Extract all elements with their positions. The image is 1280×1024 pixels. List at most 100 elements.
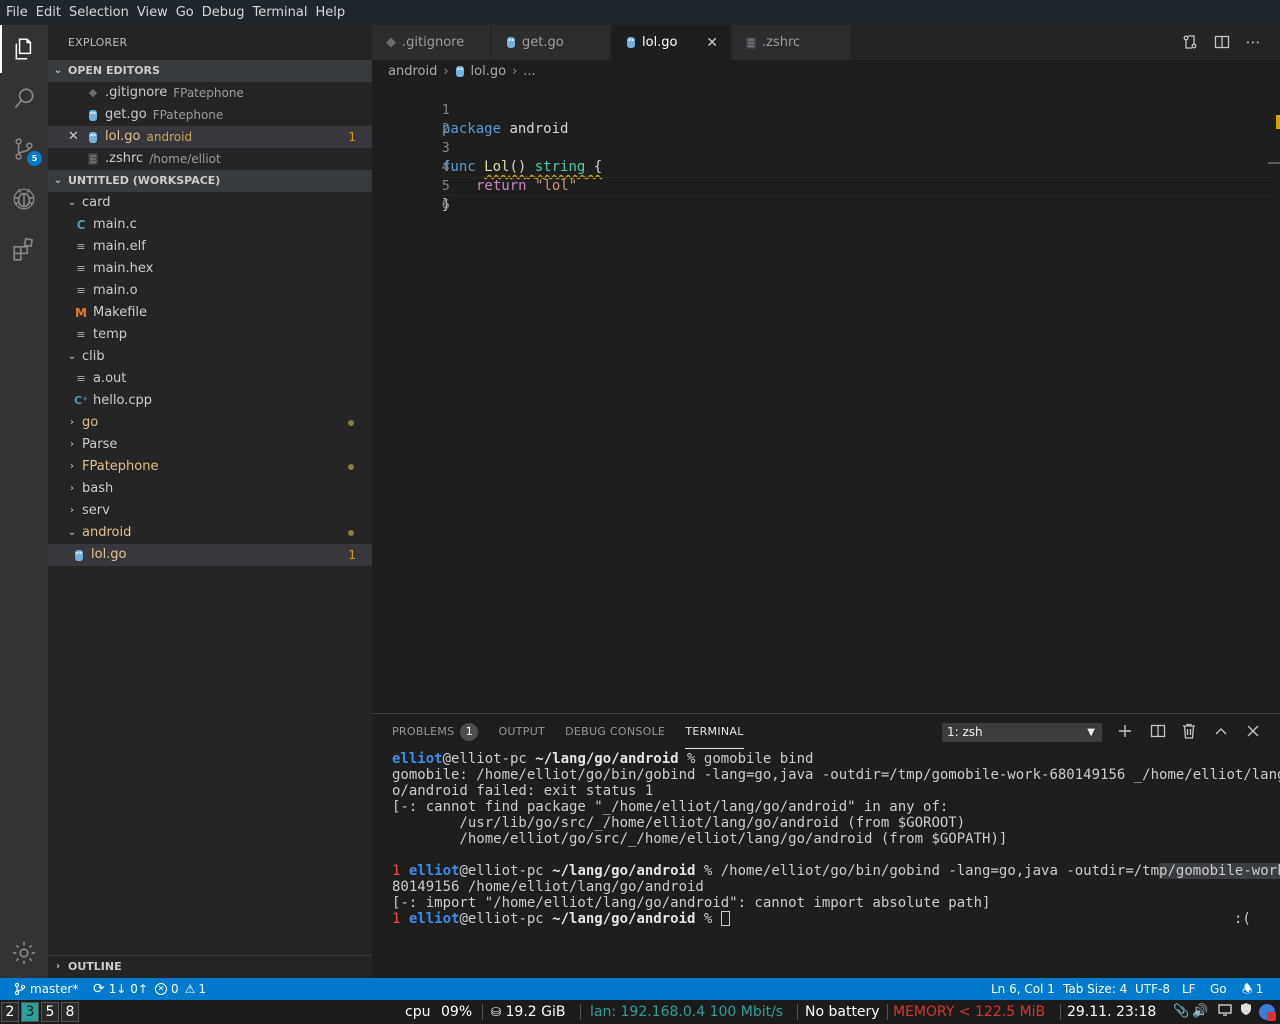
- tree-file-main-hex[interactable]: ≡ main.hex: [48, 258, 372, 280]
- problems-status[interactable]: ✕ 0 ⚠ 1: [155, 978, 206, 1000]
- open-editor-zshrc[interactable]: .zshrc /home/elliot: [48, 148, 372, 170]
- code-editor[interactable]: 1 package android 2 3 func Lol() string …: [372, 82, 1280, 713]
- terminal-output[interactable]: elliot@elliot-pc ~/lang/go/android % gom…: [392, 751, 1280, 927]
- language-mode[interactable]: Go: [1210, 978, 1227, 1000]
- tree-folder-fpatephone[interactable]: › FPatephone: [48, 456, 372, 478]
- code-line: 3 func Lol() string {: [372, 120, 1272, 175]
- tree-folder-serv[interactable]: › serv: [48, 500, 372, 522]
- tab-problems[interactable]: PROBLEMS 1: [392, 714, 479, 749]
- outline-header[interactable]: › OUTLINE: [48, 955, 372, 977]
- tree-file-makefile[interactable]: M Makefile: [48, 302, 372, 324]
- workspace-button[interactable]: 5: [41, 1002, 59, 1022]
- open-changes-icon[interactable]: [1181, 33, 1199, 51]
- app-tray-icon[interactable]: [1258, 1003, 1276, 1024]
- tree-folder-parse[interactable]: › Parse: [48, 434, 372, 456]
- workspace-button[interactable]: 2: [1, 1002, 19, 1022]
- branch-icon: [14, 982, 26, 996]
- split-terminal-icon[interactable]: [1149, 722, 1167, 740]
- tab-lol-go[interactable]: lol.go ✕: [612, 25, 731, 60]
- tree-file-main-elf[interactable]: ≡ main.elf: [48, 236, 372, 258]
- tree-file-main-c[interactable]: C main.c: [48, 214, 372, 236]
- tab-zshrc[interactable]: .zshrc: [732, 25, 851, 60]
- tab-gitignore[interactable]: ◆ .gitignore: [372, 25, 491, 60]
- text-file-icon: ≡: [76, 240, 86, 253]
- memory-status: MEMORY < 122.5 MiB: [893, 1004, 1046, 1020]
- workspace-button[interactable]: 8: [61, 1002, 79, 1022]
- terminal-line: gomobile: /home/elliot/go/bin/gobind -la…: [392, 767, 1280, 783]
- tree-folder-go[interactable]: › go: [48, 412, 372, 434]
- menu-file[interactable]: File: [2, 0, 32, 25]
- display-icon[interactable]: [1218, 1000, 1232, 1024]
- more-actions-icon[interactable]: ⋯: [1244, 33, 1262, 51]
- open-editor-get-go[interactable]: get.go FPatephone: [48, 104, 372, 126]
- git-branch[interactable]: master*: [14, 978, 78, 1000]
- explorer-icon[interactable]: [0, 25, 48, 73]
- go-file-icon: [455, 65, 465, 78]
- system-bar: 2 3 5 8 cpu 09% ⛁ 19.2 GiB lan: 192.168.…: [0, 1000, 1280, 1024]
- git-sync[interactable]: ⟳ 1↓ 0↑: [93, 978, 148, 1000]
- tab-size[interactable]: Tab Size: 4: [1063, 978, 1127, 1000]
- close-tab-icon[interactable]: ✕: [706, 35, 718, 51]
- tree-folder-clib[interactable]: ⌄ clib: [48, 346, 372, 368]
- cursor-position[interactable]: Ln 6, Col 1: [991, 978, 1055, 1000]
- open-editors-header[interactable]: ⌄ OPEN EDITORS: [48, 60, 372, 82]
- menu-selection[interactable]: Selection: [65, 0, 133, 25]
- text-file-icon: ≡: [76, 372, 86, 385]
- breadcrumb-file[interactable]: lol.go: [471, 64, 507, 79]
- debug-icon[interactable]: [0, 175, 48, 223]
- disk-icon: ⛁: [491, 1005, 502, 1019]
- line-ending[interactable]: LF: [1182, 978, 1196, 1000]
- workspace-button-active[interactable]: 3: [21, 1002, 39, 1022]
- line-number: 6: [441, 198, 450, 213]
- menu-view[interactable]: View: [133, 0, 172, 25]
- tree-file-hello-cpp[interactable]: C⁺ hello.cpp: [48, 390, 372, 412]
- search-icon[interactable]: [0, 75, 48, 123]
- notifications[interactable]: 🕭 1: [1242, 978, 1263, 1000]
- source-control-icon[interactable]: 5: [0, 125, 48, 173]
- menu-terminal[interactable]: Terminal: [249, 0, 312, 25]
- tab-debug-console[interactable]: DEBUG CONSOLE: [565, 714, 665, 749]
- menu-help[interactable]: Help: [311, 0, 349, 25]
- tab-get-go[interactable]: get.go: [492, 25, 611, 60]
- settings-gear-icon[interactable]: [0, 929, 48, 977]
- cpp-file-icon: C⁺: [74, 394, 88, 407]
- breadcrumb-more[interactable]: ...: [523, 64, 535, 79]
- close-panel-icon[interactable]: [1244, 722, 1262, 740]
- extensions-icon[interactable]: [0, 225, 48, 273]
- tree-folder-android[interactable]: ⌄ android: [48, 522, 372, 544]
- terminal-line: [-: import "/home/elliot/lang/go/android…: [392, 895, 991, 911]
- menu-debug[interactable]: Debug: [198, 0, 249, 25]
- workspace-header[interactable]: ⌄ UNTITLED (WORKSPACE): [48, 170, 372, 192]
- menu-edit[interactable]: Edit: [32, 0, 65, 25]
- close-icon[interactable]: ✕: [68, 126, 79, 148]
- code-line: 6: [372, 177, 1272, 213]
- tree-file-main-o[interactable]: ≡ main.o: [48, 280, 372, 302]
- makefile-icon: M: [75, 306, 87, 320]
- menu-go[interactable]: Go: [172, 0, 198, 25]
- terminal-selector[interactable]: 1: zsh ▼: [942, 723, 1102, 742]
- chevron-down-icon: ⌄: [53, 65, 63, 76]
- maximize-panel-icon[interactable]: [1212, 722, 1230, 740]
- terminal-line: 1 elliot@elliot-pc ~/lang/go/android % :…: [392, 911, 1251, 927]
- tab-terminal[interactable]: TERMINAL: [685, 714, 744, 749]
- cpu-usage: 09%: [441, 1004, 473, 1020]
- open-editor-lol-go[interactable]: ✕ lol.go android 1: [48, 126, 372, 148]
- new-terminal-icon[interactable]: [1116, 722, 1134, 740]
- tree-folder-bash[interactable]: › bash: [48, 478, 372, 500]
- tree-file-a-out[interactable]: ≡ a.out: [48, 368, 372, 390]
- volume-icon[interactable]: 🔊: [1192, 1000, 1208, 1024]
- breadcrumb-folder[interactable]: android: [388, 64, 437, 79]
- tree-file-lol-go[interactable]: lol.go 1: [48, 544, 372, 566]
- split-editor-icon[interactable]: [1213, 33, 1231, 51]
- open-editor-gitignore[interactable]: ◆ .gitignore FPatephone: [48, 82, 372, 104]
- lan-status: lan: 192.168.0.4 100 Mbit/s: [590, 1004, 784, 1020]
- paperclip-icon[interactable]: 📎: [1173, 1000, 1189, 1024]
- scm-badge: 5: [27, 151, 42, 166]
- tab-output[interactable]: OUTPUT: [498, 714, 545, 749]
- trash-icon[interactable]: [1180, 722, 1198, 740]
- tree-file-temp[interactable]: ≡ temp: [48, 324, 372, 346]
- chevron-down-icon: ⌄: [53, 175, 63, 186]
- shield-icon[interactable]: [1240, 1000, 1252, 1024]
- tree-folder-card[interactable]: ⌄ card: [48, 192, 372, 214]
- encoding[interactable]: UTF-8: [1135, 978, 1170, 1000]
